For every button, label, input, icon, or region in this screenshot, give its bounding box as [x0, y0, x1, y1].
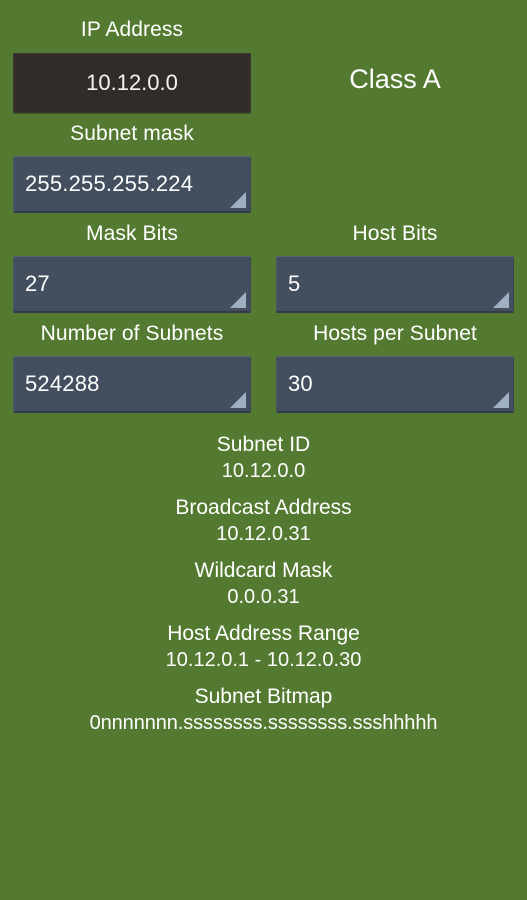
- dropdown-triangle-icon: [493, 292, 509, 308]
- result-item: Broadcast Address 10.12.0.31: [13, 494, 514, 547]
- ip-address-label: IP Address: [80, 18, 184, 41]
- result-label: Host Address Range: [167, 622, 360, 645]
- ip-class-value: Class A: [349, 64, 441, 94]
- result-item: Wildcard Mask 0.0.0.31: [13, 557, 514, 610]
- subnet-mask-column: Subnet mask 255.255.255.224: [13, 113, 251, 213]
- number-of-subnets-label: Number of Subnets: [40, 322, 224, 345]
- bits-row: Mask Bits 27 Host Bits 5: [13, 213, 514, 313]
- result-label: Wildcard Mask: [194, 559, 333, 582]
- mask-bits-label: Mask Bits: [86, 222, 178, 245]
- result-value: 0.0.0.31: [227, 586, 300, 608]
- subnet-calculator-screen: IP Address 10.12.0.0 Class A Subnet mask…: [0, 0, 527, 900]
- results-panel: Subnet ID 10.12.0.0 Broadcast Address 10…: [13, 431, 514, 736]
- result-label: Subnet ID: [216, 433, 311, 456]
- subnet-mask-spinner[interactable]: 255.255.255.224: [13, 156, 251, 213]
- host-bits-spinner[interactable]: 5: [276, 256, 514, 313]
- host-bits-value: 5: [288, 271, 301, 296]
- mask-bits-column: Mask Bits 27: [13, 213, 251, 313]
- subnet-mask-spacer: [276, 113, 514, 213]
- dropdown-triangle-icon: [230, 292, 246, 308]
- hosts-per-subnet-value: 30: [288, 371, 313, 396]
- result-label: Broadcast Address: [175, 496, 352, 519]
- ip-address-input[interactable]: 10.12.0.0: [13, 53, 251, 113]
- dropdown-triangle-icon: [493, 392, 509, 408]
- result-value: 10.12.0.1 - 10.12.0.30: [165, 649, 362, 671]
- ip-address-column: IP Address 10.12.0.0: [13, 17, 251, 113]
- subnet-mask-value: 255.255.255.224: [25, 171, 194, 196]
- subnet-mask-label: Subnet mask: [70, 122, 194, 145]
- result-item: Subnet Bitmap 0nnnnnnn.ssssssss.ssssssss…: [13, 683, 514, 736]
- counts-row: Number of Subnets 524288 Hosts per Subne…: [13, 313, 514, 413]
- mask-bits-value: 27: [25, 271, 50, 296]
- result-value: 0nnnnnnn.ssssssss.ssssssss.ssshhhhh: [89, 712, 438, 734]
- result-label: Subnet Bitmap: [194, 685, 333, 708]
- number-of-subnets-spinner[interactable]: 524288: [13, 356, 251, 413]
- number-of-subnets-column: Number of Subnets 524288: [13, 313, 251, 413]
- number-of-subnets-value: 524288: [25, 371, 100, 396]
- dropdown-triangle-icon: [230, 392, 246, 408]
- ip-class-column: Class A: [276, 17, 514, 113]
- hosts-per-subnet-spinner[interactable]: 30: [276, 356, 514, 413]
- result-value: 10.12.0.0: [221, 460, 306, 482]
- dropdown-triangle-icon: [230, 192, 246, 208]
- subnet-mask-row: Subnet mask 255.255.255.224: [13, 113, 514, 213]
- result-item: Subnet ID 10.12.0.0: [13, 431, 514, 484]
- hosts-per-subnet-label: Hosts per Subnet: [313, 322, 477, 345]
- mask-bits-spinner[interactable]: 27: [13, 256, 251, 313]
- result-value: 10.12.0.31: [216, 523, 311, 545]
- host-bits-label: Host Bits: [352, 222, 438, 245]
- result-item: Host Address Range 10.12.0.1 - 10.12.0.3…: [13, 620, 514, 673]
- ip-address-row: IP Address 10.12.0.0 Class A: [13, 0, 514, 113]
- host-bits-column: Host Bits 5: [276, 213, 514, 313]
- hosts-per-subnet-column: Hosts per Subnet 30: [276, 313, 514, 413]
